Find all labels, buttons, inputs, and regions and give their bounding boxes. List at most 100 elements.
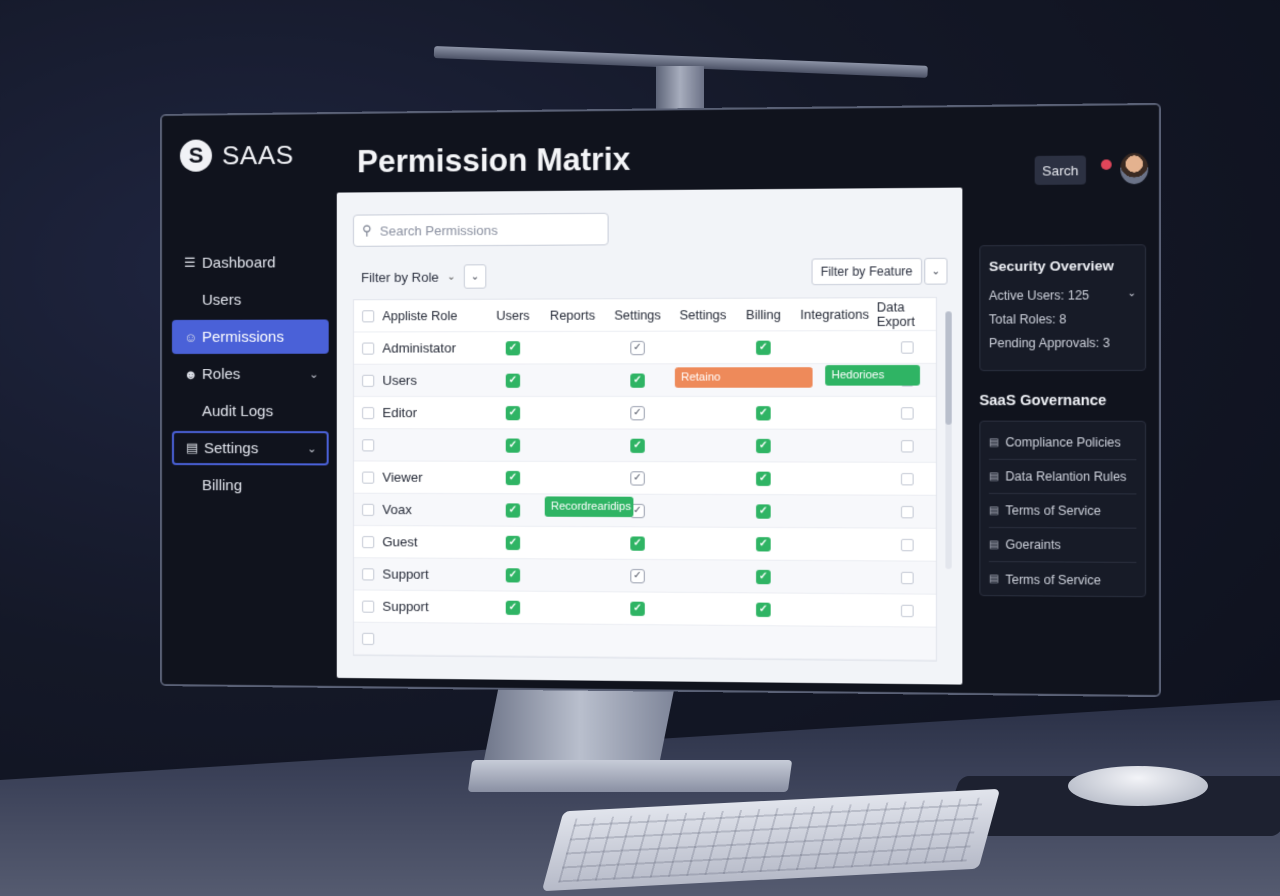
filter-feature-button[interactable]: Filter by Feature (811, 258, 922, 285)
select-all-checkbox[interactable] (362, 310, 374, 322)
table-header-row: Appliste Role Users Reports Settings Set… (354, 298, 936, 332)
recordings-tag[interactable]: Recordrearidips (545, 496, 634, 517)
user-icon: ☺ (184, 329, 202, 344)
permission-checkbox-checked[interactable]: ✓ (756, 340, 771, 354)
hedorioes-tag[interactable]: Hedorioes (825, 365, 920, 386)
total-roles-stat: Total Roles: 8 (989, 312, 1136, 327)
column-header[interactable]: Settings (603, 308, 671, 322)
chevron-down-icon[interactable]: ⌄ (1127, 288, 1136, 299)
sidebar-item-dashboard[interactable]: ☰ Dashboard (172, 245, 329, 280)
chevron-down-icon: ⌄ (447, 271, 456, 282)
permission-checkbox-checked[interactable]: ✓ (630, 536, 644, 550)
search-input[interactable]: ⚲ Search Permissions (353, 213, 609, 247)
row-checkbox[interactable] (362, 600, 374, 612)
permission-checkbox-empty[interactable] (901, 604, 914, 616)
permission-checkbox-checked[interactable]: ✓ (756, 504, 771, 518)
row-checkbox[interactable] (362, 632, 374, 644)
permission-checkbox-checked[interactable]: ✓ (756, 406, 771, 420)
row-checkbox[interactable] (362, 568, 374, 580)
sidebar-item-audit-logs[interactable]: Audit Logs (172, 394, 329, 428)
avatar[interactable] (1120, 153, 1148, 184)
settings-icon: ▤ (186, 440, 204, 456)
permission-checkbox-checked[interactable]: ✓ (506, 438, 520, 452)
column-header[interactable]: Reports (542, 308, 604, 322)
permission-checkbox-checked[interactable]: ✓ (506, 568, 520, 582)
permission-cell (793, 642, 877, 643)
permission-checkbox-empty[interactable] (901, 407, 914, 419)
row-checkbox[interactable] (362, 503, 374, 515)
permission-checkbox-partial[interactable]: ✓ (630, 406, 644, 420)
row-checkbox[interactable] (362, 407, 374, 419)
chevron-down-icon[interactable]: ⌄ (307, 442, 316, 455)
permission-checkbox-empty[interactable] (901, 440, 914, 452)
table-row: Viewer ✓ ✓ ✓ (354, 461, 936, 495)
permission-checkbox-checked[interactable]: ✓ (630, 438, 644, 452)
permission-checkbox-empty[interactable] (901, 538, 914, 550)
permission-checkbox-checked[interactable]: ✓ (756, 537, 771, 551)
row-checkbox[interactable] (362, 439, 374, 451)
column-header[interactable]: Appliste Role (382, 308, 484, 322)
column-header[interactable]: Users (484, 308, 541, 322)
page-title: Permission Matrix (357, 141, 630, 180)
brand-logo-icon: S (180, 139, 212, 171)
permission-cell: ✓ (734, 406, 793, 420)
sidebar-item-roles[interactable]: ☻ Roles ⌄ (172, 357, 329, 391)
sidebar-item-settings[interactable]: ▤ Settings ⌄ (172, 431, 329, 465)
permission-cell (484, 639, 541, 640)
filter-role-dropdown-button[interactable]: ⌄ (464, 264, 486, 288)
permission-checkbox-empty[interactable] (901, 505, 914, 517)
permission-checkbox-partial[interactable]: ✓ (630, 569, 644, 583)
governance-item[interactable]: ▤ Data Relantion Rules (989, 460, 1136, 495)
chevron-down-icon[interactable]: ⌄ (309, 367, 318, 380)
permission-checkbox-checked[interactable]: ✓ (756, 602, 771, 616)
permission-checkbox-checked[interactable]: ✓ (756, 569, 771, 583)
governance-item[interactable]: ▤ Terms of Service (989, 494, 1136, 529)
permission-checkbox-checked[interactable]: ✓ (756, 438, 771, 452)
governance-item[interactable]: ▤ Terms of Service (989, 562, 1136, 597)
governance-item[interactable]: ▤ Goeraints (989, 528, 1136, 563)
permission-checkbox-checked[interactable]: ✓ (506, 406, 520, 420)
role-name: Users (382, 373, 484, 388)
sidebar-item-billing[interactable]: Billing (172, 468, 329, 503)
table-row: Editor ✓ ✓ ✓ (354, 397, 936, 430)
governance-item[interactable]: ▤ Compliance Policies (989, 426, 1136, 460)
scrollbar[interactable] (945, 311, 951, 569)
filter-feature-dropdown-button[interactable]: ⌄ (924, 258, 947, 285)
scrollbar-thumb[interactable] (945, 311, 951, 424)
permission-checkbox-partial[interactable]: ✓ (630, 471, 644, 485)
permission-checkbox-checked[interactable]: ✓ (506, 373, 520, 387)
sidebar-item-label: Permissions (202, 328, 284, 345)
document-icon: ▤ (989, 505, 999, 516)
column-header[interactable]: Billing (734, 307, 793, 322)
permission-checkbox-checked[interactable]: ✓ (630, 373, 644, 387)
permission-checkbox-empty[interactable] (901, 571, 914, 583)
notification-dot[interactable] (1101, 159, 1112, 169)
column-header[interactable]: Settings (672, 307, 734, 321)
filter-by-feature[interactable]: Filter by Feature ⌄ (811, 258, 947, 285)
permission-checkbox-empty[interactable] (901, 341, 914, 353)
row-checkbox[interactable] (362, 536, 374, 548)
permission-checkbox-checked[interactable]: ✓ (506, 341, 520, 355)
permission-checkbox-checked[interactable]: ✓ (756, 471, 771, 485)
permission-checkbox-checked[interactable]: ✓ (630, 601, 644, 615)
table-row: Guest ✓ ✓ ✓ (354, 526, 936, 562)
column-header[interactable]: Integrations (793, 307, 877, 322)
permission-checkbox-checked[interactable]: ✓ (506, 470, 520, 484)
row-checkbox[interactable] (362, 471, 374, 483)
column-header[interactable]: Data Export (877, 300, 938, 329)
permission-checkbox-checked[interactable]: ✓ (506, 503, 520, 517)
document-icon: ▤ (989, 437, 999, 448)
row-checkbox[interactable] (362, 342, 374, 354)
sidebar-item-users[interactable]: Users (172, 282, 329, 317)
permission-checkbox-checked[interactable]: ✓ (506, 600, 520, 614)
search-button[interactable]: Sarch (1035, 156, 1086, 185)
permission-checkbox-partial[interactable]: ✓ (630, 340, 644, 354)
permission-checkbox-checked[interactable]: ✓ (506, 535, 520, 549)
permission-cell: ✓ (734, 602, 793, 617)
filter-by-role[interactable]: Filter by Role ⌄ ⌄ (361, 264, 486, 289)
retention-tag[interactable]: Retaino (675, 367, 813, 388)
permission-checkbox-empty[interactable] (901, 473, 914, 485)
row-checkbox[interactable] (362, 374, 374, 386)
sidebar-item-permissions[interactable]: ☺ Permissions (172, 319, 329, 354)
role-name: Editor (382, 405, 484, 420)
